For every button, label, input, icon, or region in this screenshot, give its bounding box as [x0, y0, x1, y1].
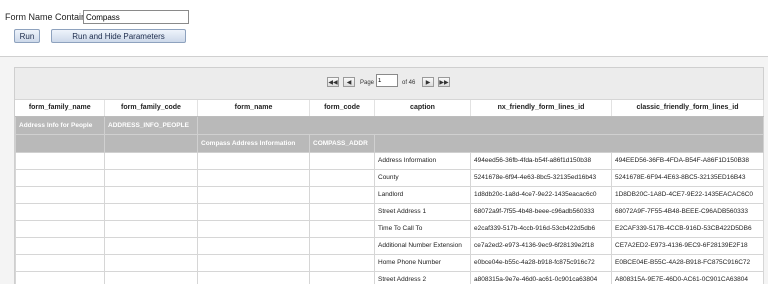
- group-row-family: Address Info for People ADDRESS_INFO_PEO…: [15, 115, 764, 135]
- page-label: Page: [360, 80, 375, 86]
- column-header[interactable]: form_code: [309, 100, 375, 117]
- empty-cell: [104, 168, 198, 187]
- classic-id-cell: E0BCE04E-B55C-4A28-B918-FC875C916C72: [611, 253, 764, 272]
- empty-cell: [197, 270, 310, 284]
- empty-cell: [197, 185, 310, 204]
- classic-id-cell: 1D8DB20C-1A8D-4CE7-9E22-1435EACAC6C0: [611, 185, 764, 204]
- empty-cell: [197, 151, 310, 170]
- caption-cell: Time To Call To: [374, 219, 471, 238]
- empty-cell: [309, 185, 375, 204]
- empty-cell: [15, 270, 105, 284]
- pager-toolbar: ◀◀ ◀ Page of 46 ▶ ▶▶: [15, 68, 763, 100]
- column-header[interactable]: classic_friendly_form_lines_id: [611, 100, 764, 117]
- table-row: County 5241678e-6f94-4e63-8bc5-32135ed16b…: [15, 168, 764, 187]
- nx-id-cell: e2caf339-517b-4ccb-916d-53cb422d5db6: [470, 219, 612, 238]
- report-body: ◀◀ ◀ Page of 46 ▶ ▶▶ form_family_name fo…: [14, 67, 764, 284]
- empty-cell: [309, 151, 375, 170]
- empty-cell: [15, 202, 105, 221]
- empty-cell: [309, 219, 375, 238]
- group-row-form: Compass Address Information COMPASS_ADDR: [15, 133, 764, 153]
- caption-cell: Street Address 1: [374, 202, 471, 221]
- group-indent: [15, 133, 105, 153]
- nx-id-cell: 5241678e-6f94-4e63-8bc5-32135ed16b43: [470, 168, 612, 187]
- empty-cell: [197, 236, 310, 255]
- nx-id-cell: e0bce04e-b55c-4a28-b918-fc875c916c72: [470, 253, 612, 272]
- empty-cell: [309, 270, 375, 284]
- form-name-label: Form Name Contains: [5, 12, 91, 22]
- classic-id-cell: 68072A9F-7F55-4B48-BEEE-C96ADB560333: [611, 202, 764, 221]
- page-number-input[interactable]: [376, 74, 398, 87]
- column-header[interactable]: form_name: [197, 100, 310, 117]
- group-form-code: COMPASS_ADDR: [309, 133, 375, 153]
- first-page-icon[interactable]: ◀◀: [327, 77, 339, 87]
- column-header[interactable]: form_family_code: [104, 100, 198, 117]
- nx-id-cell: 1d8db20c-1a8d-4ce7-9e22-1435eacac6c0: [470, 185, 612, 204]
- empty-cell: [15, 151, 105, 170]
- group-fill: [374, 133, 764, 153]
- run-and-hide-parameters-button[interactable]: Run and Hide Parameters: [51, 29, 186, 43]
- empty-cell: [309, 253, 375, 272]
- empty-cell: [197, 168, 310, 187]
- empty-cell: [309, 168, 375, 187]
- group-family-name: Address Info for People: [15, 115, 105, 135]
- table-row: Address Information 494eed56-36fb-4fda-b5…: [15, 151, 764, 170]
- prev-page-icon[interactable]: ◀: [343, 77, 355, 87]
- classic-id-cell: 494EED56-36FB-4FDA-B54F-A86F1D150B38: [611, 151, 764, 170]
- group-fill: [197, 115, 764, 135]
- last-page-icon[interactable]: ▶▶: [438, 77, 450, 87]
- column-header[interactable]: caption: [374, 100, 471, 117]
- caption-cell: Additional Number Extension: [374, 236, 471, 255]
- results-table: form_family_name form_family_code form_n…: [15, 100, 764, 284]
- nx-id-cell: a808315a-9e7e-46d0-ac61-0c901ca63804: [470, 270, 612, 284]
- next-page-icon[interactable]: ▶: [422, 77, 434, 87]
- table-row: Street Address 2 a808315a-9e7e-46d0-ac61-…: [15, 270, 764, 284]
- group-indent: [104, 133, 198, 153]
- column-header[interactable]: form_family_name: [15, 100, 105, 117]
- empty-cell: [197, 202, 310, 221]
- classic-id-cell: A808315A-9E7E-46D0-AC61-0C901CA63804: [611, 270, 764, 284]
- empty-cell: [197, 253, 310, 272]
- nx-id-cell: 494eed56-36fb-4fda-b54f-a86f1d150b38: [470, 151, 612, 170]
- empty-cell: [15, 185, 105, 204]
- caption-cell: County: [374, 168, 471, 187]
- empty-cell: [104, 253, 198, 272]
- empty-cell: [197, 219, 310, 238]
- group-form-name: Compass Address Information: [197, 133, 310, 153]
- empty-cell: [104, 236, 198, 255]
- column-header[interactable]: nx_friendly_form_lines_id: [470, 100, 612, 117]
- caption-cell: Address Information: [374, 151, 471, 170]
- table-row: Home Phone Number e0bce04e-b55c-4a28-b918…: [15, 253, 764, 272]
- empty-cell: [15, 236, 105, 255]
- empty-cell: [15, 168, 105, 187]
- empty-cell: [104, 202, 198, 221]
- caption-cell: Street Address 2: [374, 270, 471, 284]
- empty-cell: [104, 185, 198, 204]
- classic-id-cell: E2CAF339-517B-4CCB-916D-53CB422D5DB6: [611, 219, 764, 238]
- report-viewer: ◀◀ ◀ Page of 46 ▶ ▶▶ form_family_name fo…: [0, 56, 768, 284]
- empty-cell: [15, 219, 105, 238]
- empty-cell: [309, 202, 375, 221]
- table-row: Street Address 1 68072a9f-7f55-4b48-beee-…: [15, 202, 764, 221]
- nx-id-cell: 68072a9f-7f55-4b48-beee-c96adb560333: [470, 202, 612, 221]
- table-row: Additional Number Extension ce7a2ed2-e973…: [15, 236, 764, 255]
- parameter-bar: Form Name Contains Run Run and Hide Para…: [0, 0, 768, 56]
- classic-id-cell: 5241678E-6F94-4E63-8BC5-32135ED16B43: [611, 168, 764, 187]
- form-name-input[interactable]: [83, 10, 189, 24]
- empty-cell: [104, 151, 198, 170]
- empty-cell: [104, 219, 198, 238]
- header-row: form_family_name form_family_code form_n…: [15, 100, 764, 117]
- classic-id-cell: CE7A2ED2-E973-4136-9EC9-6F28139E2F18: [611, 236, 764, 255]
- empty-cell: [15, 253, 105, 272]
- empty-cell: [104, 270, 198, 284]
- table-row: Time To Call To e2caf339-517b-4ccb-916d-5…: [15, 219, 764, 238]
- caption-cell: Landlord: [374, 185, 471, 204]
- caption-cell: Home Phone Number: [374, 253, 471, 272]
- page-count: of 46: [402, 80, 416, 86]
- empty-cell: [309, 236, 375, 255]
- run-button[interactable]: Run: [14, 29, 40, 43]
- group-family-code: ADDRESS_INFO_PEOPLE: [104, 115, 198, 135]
- nx-id-cell: ce7a2ed2-e973-4136-9ec9-6f28139e2f18: [470, 236, 612, 255]
- table-row: Landlord 1d8db20c-1a8d-4ce7-9e22-1435eaca…: [15, 185, 764, 204]
